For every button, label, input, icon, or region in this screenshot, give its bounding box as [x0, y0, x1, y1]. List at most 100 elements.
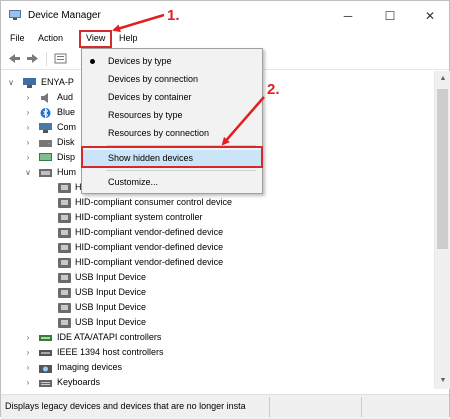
- menu-item-label: Resources by connection: [108, 128, 210, 138]
- hid-device-icon: [58, 273, 71, 283]
- forward-arrow-icon[interactable]: [26, 53, 39, 64]
- scrollbar-thumb[interactable]: [437, 89, 448, 249]
- device-label: HID-compliant vendor-defined device: [75, 257, 224, 267]
- tree-device[interactable]: USB Input Device: [1, 270, 431, 285]
- imaging-icon: [39, 365, 52, 373]
- status-divider: [361, 397, 362, 417]
- menu-item-devices-by-type[interactable]: Devices by type: [82, 53, 262, 70]
- view-menu-dropdown: Devices by type Devices by connection De…: [81, 48, 263, 194]
- hid-device-icon: [58, 213, 71, 223]
- chevron-right-icon[interactable]: ›: [24, 90, 32, 105]
- maximize-button[interactable]: ☐: [373, 5, 407, 27]
- menu-item-devices-by-connection[interactable]: Devices by connection: [82, 71, 262, 88]
- back-arrow-icon[interactable]: [8, 53, 21, 64]
- category-label: Com: [57, 122, 77, 132]
- tree-root-label: ENYA-P: [41, 77, 74, 87]
- category-label: Disk: [57, 137, 75, 147]
- hid-device-icon: [58, 258, 71, 268]
- menu-item-devices-by-container[interactable]: Devices by container: [82, 89, 262, 106]
- device-manager-window: Device Manager ─ ☐ ✕ File Action View He…: [0, 0, 450, 419]
- device-label: USB Input Device: [75, 287, 147, 297]
- hid-device-icon: [58, 318, 71, 328]
- chevron-right-icon[interactable]: ›: [24, 345, 32, 360]
- bluetooth-icon: [40, 108, 51, 118]
- scroll-up-arrow-icon[interactable]: ▲: [435, 73, 450, 85]
- menu-item-customize[interactable]: Customize...: [82, 174, 262, 191]
- device-label: HID-compliant consumer control device: [75, 197, 233, 207]
- menu-item-label: Devices by container: [108, 92, 192, 102]
- chevron-right-icon[interactable]: ›: [24, 120, 32, 135]
- device-label: USB Input Device: [75, 317, 147, 327]
- menu-item-label: Devices by type: [108, 56, 172, 66]
- category-label: Disp: [57, 152, 76, 162]
- properties-icon[interactable]: [54, 53, 67, 64]
- chevron-down-icon[interactable]: ∨: [7, 75, 15, 90]
- category-label: IDE ATA/ATAPI controllers: [57, 332, 162, 342]
- tree-category[interactable]: › Keyboards: [1, 375, 431, 389]
- tree-device[interactable]: HID-compliant consumer control device: [1, 195, 431, 210]
- chevron-right-icon[interactable]: ›: [24, 150, 32, 165]
- tree-device[interactable]: USB Input Device: [1, 285, 431, 300]
- tree-device[interactable]: USB Input Device: [1, 300, 431, 315]
- chevron-right-icon[interactable]: ›: [24, 360, 32, 375]
- tree-category[interactable]: › IEEE 1394 host controllers: [1, 345, 431, 360]
- tree-device[interactable]: HID-compliant vendor-defined device: [1, 225, 431, 240]
- chevron-down-icon[interactable]: ∨: [24, 165, 32, 180]
- window-title: Device Manager: [28, 10, 101, 21]
- tree-device[interactable]: USB Input Device: [1, 315, 431, 330]
- radio-bullet-icon: [90, 59, 95, 64]
- show-hidden-highlight-box: [81, 146, 263, 168]
- tree-device[interactable]: HID-compliant vendor-defined device: [1, 240, 431, 255]
- category-label: Keyboards: [57, 377, 101, 387]
- status-divider: [269, 397, 270, 417]
- display-icon: [39, 153, 52, 161]
- category-label: Imaging devices: [57, 362, 123, 372]
- tree-device[interactable]: HID-compliant vendor-defined device: [1, 255, 431, 270]
- menu-help[interactable]: Help: [119, 33, 138, 43]
- ieee1394-icon: [39, 350, 52, 356]
- device-label: HID-compliant vendor-defined device: [75, 227, 224, 237]
- computer-icon: [39, 123, 52, 133]
- menu-item-resources-by-type[interactable]: Resources by type: [82, 107, 262, 124]
- ide-icon: [39, 335, 52, 341]
- tree-device[interactable]: HID-compliant system controller: [1, 210, 431, 225]
- category-label: Hum: [57, 167, 77, 177]
- menu-separator: [106, 170, 256, 171]
- menu-item-resources-by-connection[interactable]: Resources by connection: [82, 125, 262, 142]
- hid-device-icon: [58, 183, 71, 193]
- category-label: IEEE 1394 host controllers: [57, 347, 164, 357]
- step1-annotation: 1.: [167, 7, 180, 24]
- disk-icon: [39, 140, 52, 147]
- title-bar: Device Manager ─ ☐ ✕: [1, 1, 449, 31]
- menu-item-label: Customize...: [108, 177, 159, 187]
- menu-item-label: Resources by type: [108, 110, 183, 120]
- status-text: Displays legacy devices and devices that…: [5, 401, 246, 411]
- chevron-right-icon[interactable]: ›: [24, 105, 32, 120]
- device-manager-app-icon: [9, 10, 21, 20]
- scroll-down-arrow-icon[interactable]: ▼: [435, 375, 450, 387]
- view-menu-highlight-box: [79, 30, 112, 48]
- hid-device-icon: [58, 228, 71, 238]
- device-label: HID-compliant vendor-defined device: [75, 242, 224, 252]
- menu-item-label: Devices by connection: [108, 74, 199, 84]
- menu-bar: File Action View Help: [1, 31, 449, 47]
- device-label: USB Input Device: [75, 302, 147, 312]
- chevron-right-icon[interactable]: ›: [24, 330, 32, 345]
- menu-action[interactable]: Action: [38, 33, 63, 43]
- hid-device-icon: [58, 243, 71, 253]
- keyboard-icon: [39, 380, 52, 387]
- hid-icon: [39, 169, 52, 177]
- minimize-button[interactable]: ─: [331, 5, 365, 27]
- hid-device-icon: [58, 288, 71, 298]
- chevron-right-icon[interactable]: ›: [24, 375, 32, 389]
- menu-file[interactable]: File: [10, 33, 25, 43]
- tree-category[interactable]: › IDE ATA/ATAPI controllers: [1, 330, 431, 345]
- category-label: Aud: [57, 92, 74, 102]
- device-label: USB Input Device: [75, 272, 147, 282]
- chevron-right-icon[interactable]: ›: [24, 135, 32, 150]
- step2-annotation: 2.: [267, 81, 280, 98]
- computer-icon: [23, 78, 36, 88]
- tree-category[interactable]: › Imaging devices: [1, 360, 431, 375]
- close-button[interactable]: ✕: [413, 5, 447, 27]
- vertical-scrollbar[interactable]: ▲ ▼: [434, 71, 450, 389]
